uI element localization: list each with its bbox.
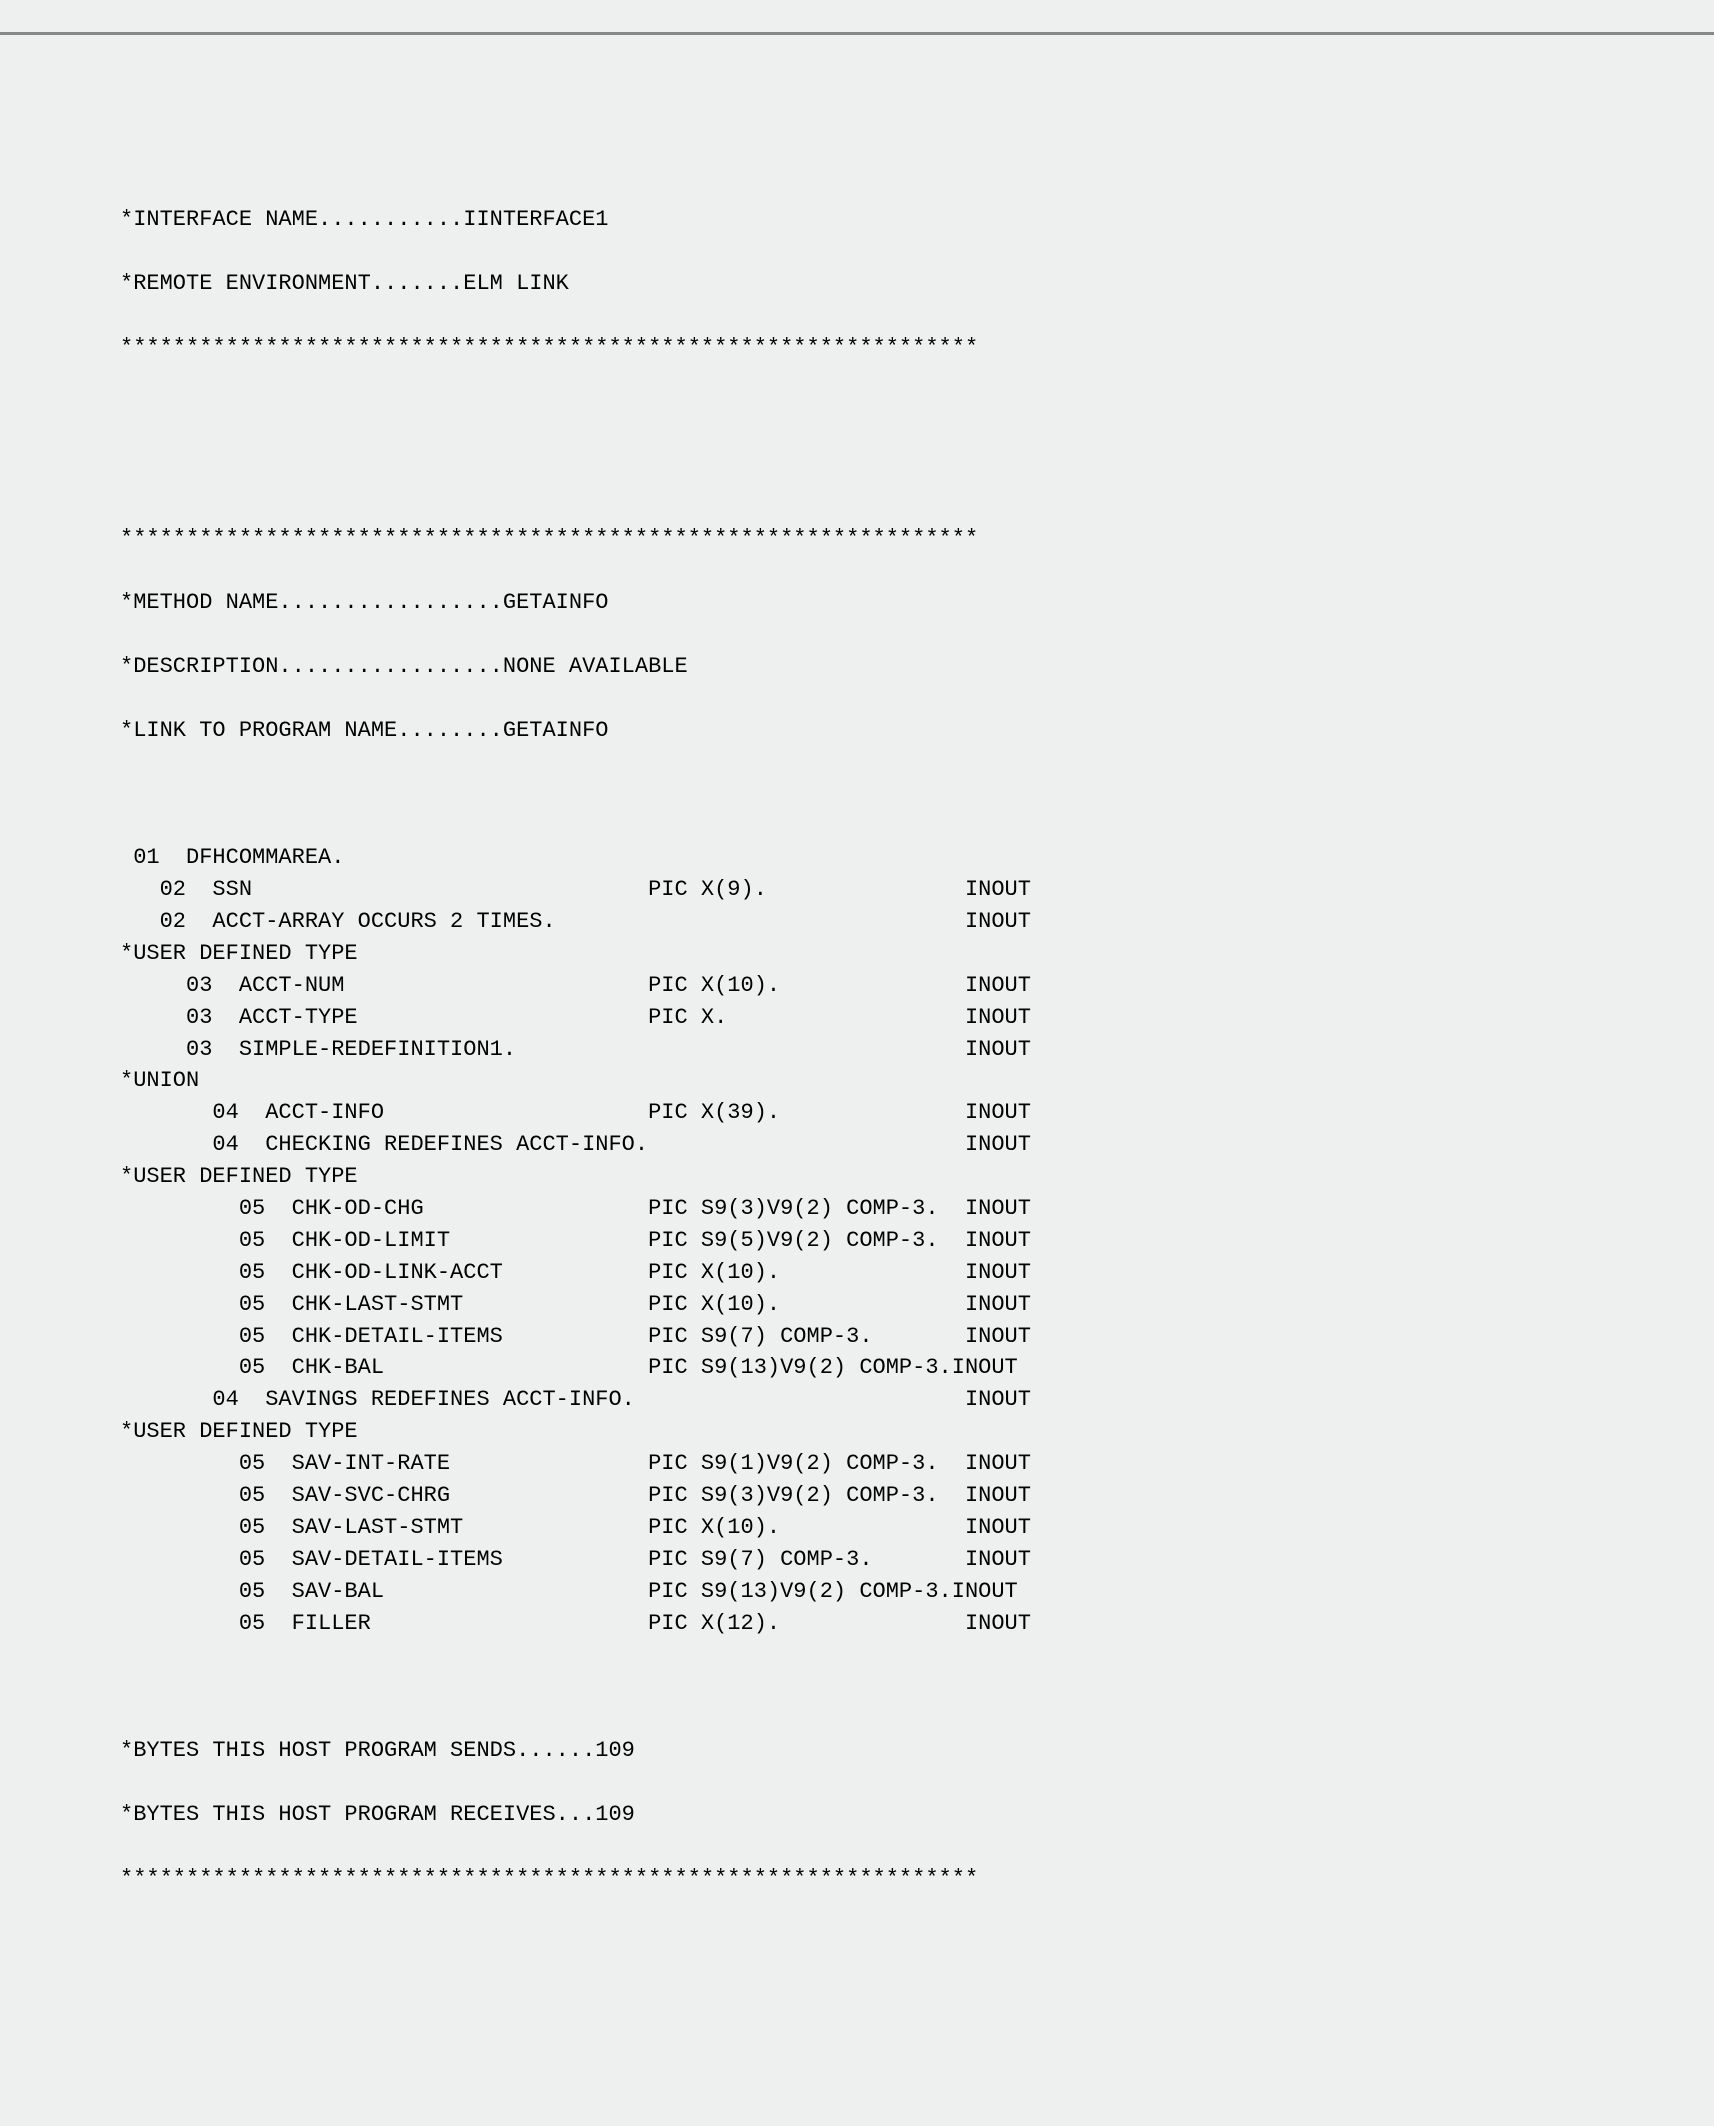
data-row: 02 SSN PIC X(9). INOUT: [120, 874, 1714, 906]
data-row: 02 ACCT-ARRAY OCCURS 2 TIMES. INOUT: [120, 906, 1714, 938]
link-to-program-line: *LINK TO PROGRAM NAME........GETAINFO: [120, 715, 1714, 747]
comment-line: *USER DEFINED TYPE: [120, 1161, 1714, 1193]
data-row: 05 SAV-BAL PIC S9(13)V9(2) COMP-3.INOUT: [120, 1576, 1714, 1608]
data-row: 05 CHK-DETAIL-ITEMS PIC S9(7) COMP-3. IN…: [120, 1321, 1714, 1353]
separator-stars: ****************************************…: [120, 523, 1714, 555]
data-row: 04 ACCT-INFO PIC X(39). INOUT: [120, 1097, 1714, 1129]
data-row: 05 CHK-LAST-STMT PIC X(10). INOUT: [120, 1289, 1714, 1321]
data-row: 03 ACCT-TYPE PIC X. INOUT: [120, 1002, 1714, 1034]
description-line: *DESCRIPTION.................NONE AVAILA…: [120, 651, 1714, 683]
blank-line: [120, 1671, 1714, 1703]
data-row: 03 ACCT-NUM PIC X(10). INOUT: [120, 970, 1714, 1002]
data-row: 05 SAV-DETAIL-ITEMS PIC S9(7) COMP-3. IN…: [120, 1544, 1714, 1576]
data-row: 05 SAV-SVC-CHRG PIC S9(3)V9(2) COMP-3. I…: [120, 1480, 1714, 1512]
separator-stars: ****************************************…: [120, 332, 1714, 364]
comment-line: *USER DEFINED TYPE: [120, 938, 1714, 970]
remote-env-line: *REMOTE ENVIRONMENT.......ELM LINK: [120, 268, 1714, 300]
data-row: 05 CHK-BAL PIC S9(13)V9(2) COMP-3.INOUT: [120, 1352, 1714, 1384]
data-rows: 01 DFHCOMMAREA. 02 SSN PIC X(9). INOUT 0…: [120, 842, 1714, 1639]
blank-line: [120, 778, 1714, 810]
data-row: 05 SAV-INT-RATE PIC S9(1)V9(2) COMP-3. I…: [120, 1448, 1714, 1480]
data-row: 05 SAV-LAST-STMT PIC X(10). INOUT: [120, 1512, 1714, 1544]
data-row: 04 CHECKING REDEFINES ACCT-INFO. INOUT: [120, 1129, 1714, 1161]
separator-stars: ****************************************…: [120, 1863, 1714, 1895]
comment-line: *USER DEFINED TYPE: [120, 1416, 1714, 1448]
data-row: 04 SAVINGS REDEFINES ACCT-INFO. INOUT: [120, 1384, 1714, 1416]
bytes-sends-line: *BYTES THIS HOST PROGRAM SENDS......109: [120, 1735, 1714, 1767]
method-name-line: *METHOD NAME.................GETAINFO: [120, 587, 1714, 619]
data-row: 03 SIMPLE-REDEFINITION1. INOUT: [120, 1034, 1714, 1066]
data-row: 05 CHK-OD-LINK-ACCT PIC X(10). INOUT: [120, 1257, 1714, 1289]
interface-name-line: *INTERFACE NAME...........IINTERFACE1: [120, 204, 1714, 236]
data-row: 05 CHK-OD-LIMIT PIC S9(5)V9(2) COMP-3. I…: [120, 1225, 1714, 1257]
bytes-receives-line: *BYTES THIS HOST PROGRAM RECEIVES...109: [120, 1799, 1714, 1831]
data-row: 01 DFHCOMMAREA.: [120, 842, 1714, 874]
blank-line: [120, 459, 1714, 491]
blank-line: [120, 396, 1714, 428]
comment-line: *UNION: [120, 1065, 1714, 1097]
data-row: 05 CHK-OD-CHG PIC S9(3)V9(2) COMP-3. INO…: [120, 1193, 1714, 1225]
data-row: 05 FILLER PIC X(12). INOUT: [120, 1608, 1714, 1640]
cobol-listing: *INTERFACE NAME...........IINTERFACE1 *R…: [120, 172, 1714, 1926]
